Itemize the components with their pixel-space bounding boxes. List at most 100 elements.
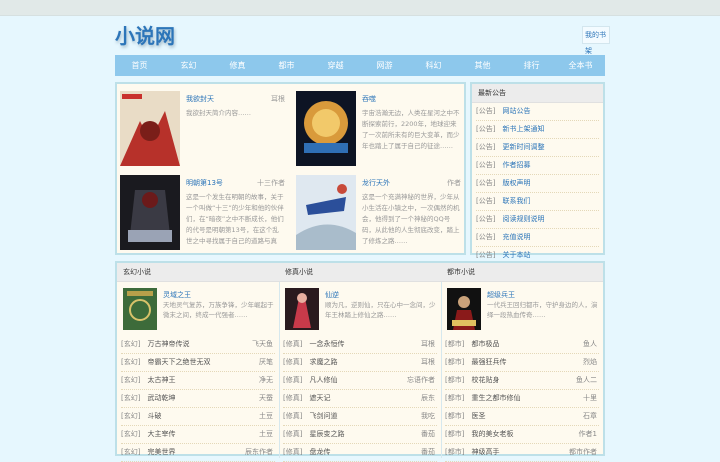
nav-item-dushi[interactable]: 都市 bbox=[262, 55, 311, 76]
list-item[interactable]: [公告] 版权声明 bbox=[476, 175, 599, 193]
list-item[interactable]: [公告] 充值说明 bbox=[476, 229, 599, 247]
list-item[interactable]: [修真] 飞剑问道 我吃 bbox=[283, 408, 437, 426]
book-title[interactable]: 我欲封天 bbox=[186, 94, 214, 104]
list-item[interactable]: [修真] 凡人修仙 忘语作者 bbox=[283, 372, 437, 390]
book-title[interactable]: 灵域之王 bbox=[163, 290, 191, 300]
item-title[interactable]: 大主宰传 bbox=[147, 430, 175, 438]
item-title[interactable]: 飞剑问道 bbox=[309, 412, 337, 420]
item-title[interactable]: 斗破 bbox=[147, 412, 161, 420]
item-tag: [修真] bbox=[283, 412, 303, 420]
item-title[interactable]: 重生之都市修仙 bbox=[471, 394, 520, 402]
list-item[interactable]: [修真] 求魔之路 耳根 bbox=[283, 354, 437, 372]
book-title[interactable]: 超级兵王 bbox=[487, 290, 515, 300]
book-desc: 天地灵气复苏，万族争锋，少年崛起于微末之间，终成一代强者…… bbox=[163, 301, 274, 319]
nav-item-kehuan[interactable]: 科幻 bbox=[409, 55, 458, 76]
book-cover[interactable] bbox=[120, 91, 180, 166]
nav-item-wangyou[interactable]: 网游 bbox=[360, 55, 409, 76]
book-title[interactable]: 明朝第13号 bbox=[186, 178, 223, 188]
item-title[interactable]: 作者招募 bbox=[502, 161, 530, 169]
list-item[interactable]: [玄幻] 万古神帝传说 飞天鱼 bbox=[121, 336, 275, 354]
book-title[interactable]: 仙逆 bbox=[325, 290, 339, 300]
item-title[interactable]: 联系我们 bbox=[502, 197, 530, 205]
item-title[interactable]: 太古神王 bbox=[147, 376, 175, 384]
list-item[interactable]: [公告] 网站公告 bbox=[476, 103, 599, 121]
item-title[interactable]: 都市极品 bbox=[471, 340, 499, 348]
item-title[interactable]: 医圣 bbox=[471, 412, 485, 420]
item-author: 飞天鱼 bbox=[252, 340, 273, 348]
book-cover[interactable] bbox=[123, 288, 157, 330]
nav-item-qita[interactable]: 其他 bbox=[458, 55, 507, 76]
nav-item-home[interactable]: 首页 bbox=[115, 55, 164, 76]
item-title[interactable]: 关于本站 bbox=[502, 251, 530, 259]
book-cover[interactable] bbox=[285, 288, 319, 330]
nav-item-chuanyue[interactable]: 穿越 bbox=[311, 55, 360, 76]
book-title[interactable]: 吞噬 bbox=[362, 94, 376, 104]
nav-item-paihang[interactable]: 排行 bbox=[507, 55, 556, 76]
list-item[interactable]: [修真] 遮天记 辰东 bbox=[283, 390, 437, 408]
list-item[interactable]: [玄幻] 帝霸天下之绝世无双 厌笔 bbox=[121, 354, 275, 372]
list-item[interactable]: [玄幻] 斗破 土豆 bbox=[121, 408, 275, 426]
item-title[interactable]: 万古神帝传说 bbox=[147, 340, 189, 348]
nav-item-xuanhuan[interactable]: 玄幻 bbox=[164, 55, 213, 76]
list-item[interactable]: [修真] 一念永恒传 耳根 bbox=[283, 336, 437, 354]
nav-item-xiuzhen[interactable]: 修真 bbox=[213, 55, 262, 76]
list-item[interactable]: [公告] 阅读规则说明 bbox=[476, 211, 599, 229]
item-author: 番茄 bbox=[421, 448, 435, 456]
list-item[interactable]: [公告] 联系我们 bbox=[476, 193, 599, 211]
item-tag: [玄幻] bbox=[121, 448, 141, 456]
item-title[interactable]: 神级高手 bbox=[471, 448, 499, 456]
list-item[interactable]: [公告] 新书上架通知 bbox=[476, 121, 599, 139]
list-item[interactable]: [都市] 神级高手 都市作者 bbox=[445, 444, 599, 462]
list-item[interactable]: [都市] 都市极品 鱼人 bbox=[445, 336, 599, 354]
list-item[interactable]: [公告] 作者招募 bbox=[476, 157, 599, 175]
book-author: 十三作者 bbox=[257, 179, 285, 187]
item-title[interactable]: 我的美女老板 bbox=[471, 430, 513, 438]
bookshelf-button[interactable]: 我的书架 bbox=[582, 26, 610, 55]
item-title[interactable]: 凡人修仙 bbox=[309, 376, 337, 384]
item-author: 都市作者 bbox=[569, 448, 597, 456]
item-title[interactable]: 盘龙传 bbox=[309, 448, 330, 456]
item-tag: [公告] bbox=[476, 107, 496, 115]
list-item[interactable]: [修真] 星辰变之路 番茄 bbox=[283, 426, 437, 444]
item-title[interactable]: 武动乾坤 bbox=[147, 394, 175, 402]
list-item[interactable]: [玄幻] 完美世界 辰东作者 bbox=[121, 444, 275, 462]
item-title[interactable]: 帝霸天下之绝世无双 bbox=[147, 358, 210, 366]
item-title[interactable]: 最强狂兵传 bbox=[471, 358, 506, 366]
site-logo[interactable]: 小说网 bbox=[115, 20, 175, 49]
book-title[interactable]: 龙行天外 bbox=[362, 178, 390, 188]
item-title[interactable]: 求魔之路 bbox=[309, 358, 337, 366]
item-title[interactable]: 校花贴身 bbox=[471, 376, 499, 384]
list-item[interactable]: [都市] 我的美女老板 作者1 bbox=[445, 426, 599, 444]
item-tag: [都市] bbox=[445, 376, 465, 384]
book-cover[interactable] bbox=[296, 175, 356, 250]
nav-item-quanben[interactable]: 全本书 bbox=[556, 55, 605, 76]
list-item[interactable]: [玄幻] 武动乾坤 天蚕 bbox=[121, 390, 275, 408]
list-item[interactable]: [都市] 医圣 石章 bbox=[445, 408, 599, 426]
list-item[interactable]: [玄幻] 太古神王 净无 bbox=[121, 372, 275, 390]
item-author: 番茄 bbox=[421, 430, 435, 438]
book-cover[interactable] bbox=[120, 175, 180, 250]
item-title[interactable]: 网站公告 bbox=[502, 107, 530, 115]
column-heading: 玄幻小说 bbox=[117, 263, 279, 282]
list-item[interactable]: [都市] 校花贴身 鱼人二 bbox=[445, 372, 599, 390]
item-title[interactable]: 更新时间调整 bbox=[502, 143, 544, 151]
list-item[interactable]: [都市] 最强狂兵传 烈焰 bbox=[445, 354, 599, 372]
item-title[interactable]: 遮天记 bbox=[309, 394, 330, 402]
list-item[interactable]: [公告] 更新时间调整 bbox=[476, 139, 599, 157]
item-tag: [玄幻] bbox=[121, 376, 141, 384]
top-book: 灵域之王 天地灵气复苏，万族争锋，少年崛起于微末之间，终成一代强者…… bbox=[117, 282, 279, 330]
item-title[interactable]: 阅读规则说明 bbox=[502, 215, 544, 223]
item-tag: [公告] bbox=[476, 233, 496, 241]
item-title[interactable]: 一念永恒传 bbox=[309, 340, 344, 348]
item-title[interactable]: 完美世界 bbox=[147, 448, 175, 456]
book-cover[interactable] bbox=[447, 288, 481, 330]
list-item[interactable]: [玄幻] 大主宰传 土豆 bbox=[121, 426, 275, 444]
list-item[interactable]: [都市] 重生之都市修仙 十里 bbox=[445, 390, 599, 408]
item-title[interactable]: 星辰变之路 bbox=[309, 430, 344, 438]
item-title[interactable]: 充值说明 bbox=[502, 233, 530, 241]
list-item[interactable]: [修真] 盘龙传 番茄 bbox=[283, 444, 437, 462]
item-tag: [修真] bbox=[283, 340, 303, 348]
item-title[interactable]: 新书上架通知 bbox=[502, 125, 544, 133]
book-cover[interactable] bbox=[296, 91, 356, 166]
item-title[interactable]: 版权声明 bbox=[502, 179, 530, 187]
